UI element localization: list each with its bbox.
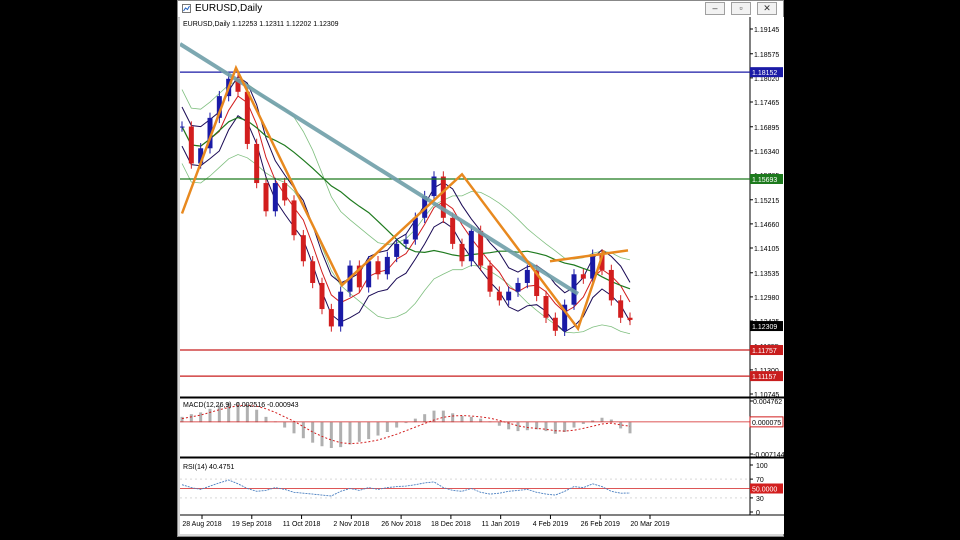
candle-body xyxy=(552,317,558,331)
minimize-button[interactable]: – xyxy=(705,2,725,15)
candle-body xyxy=(328,309,334,327)
candle-body xyxy=(394,243,400,257)
candle-body xyxy=(272,183,278,212)
rsi-tick-label: 0 xyxy=(756,510,760,517)
rsi-level-label: 50.0000 xyxy=(752,487,777,494)
candle-body xyxy=(403,239,409,244)
macd-label: MACD(12,26,9) -0.002516 -0.000943 xyxy=(183,402,299,409)
time-tick-label: 26 Nov 2018 xyxy=(381,521,421,528)
candle-body xyxy=(506,291,512,301)
time-tick-label: 11 Jan 2019 xyxy=(482,521,520,528)
level-price-label: 1.15693 xyxy=(752,177,777,184)
macd-tick-label: 0.004762 xyxy=(753,399,782,406)
candle-body xyxy=(496,291,502,301)
candle-body xyxy=(291,200,297,236)
macd-level-label: 0.000075 xyxy=(752,420,781,427)
macd-tick-label: -0.007144 xyxy=(753,452,784,459)
price-tick-label: 1.14105 xyxy=(754,246,779,253)
price-tick-label: 1.13535 xyxy=(754,271,779,278)
candle-body xyxy=(282,183,288,201)
time-tick-label: 26 Feb 2019 xyxy=(581,521,620,528)
candle-body xyxy=(254,143,260,184)
candle-body xyxy=(468,230,474,262)
time-tick-label: 2 Nov 2018 xyxy=(333,521,369,528)
candle-body xyxy=(524,269,530,283)
level-price-label: 1.18152 xyxy=(752,70,777,77)
candle-body xyxy=(515,282,521,292)
price-tick-label: 1.16340 xyxy=(754,149,779,156)
candle-body xyxy=(608,269,614,301)
level-price-label: 1.11157 xyxy=(752,374,776,381)
time-tick-label: 20 Mar 2019 xyxy=(630,521,669,528)
price-tick-label: 1.19145 xyxy=(754,27,779,34)
rsi-tick-label: 30 xyxy=(756,496,764,503)
candle-body xyxy=(590,254,596,279)
price-tick-label: 1.17465 xyxy=(754,100,779,107)
price-tick-label: 1.16895 xyxy=(754,125,779,132)
candle-body xyxy=(450,217,456,244)
chart-icon xyxy=(182,4,191,13)
candle-body xyxy=(366,261,372,288)
time-tick-label: 11 Oct 2018 xyxy=(283,521,321,528)
candle-body xyxy=(384,256,390,275)
window-title: EURUSD,Daily xyxy=(195,3,263,14)
candle-body xyxy=(263,183,269,212)
candle-body xyxy=(459,243,465,262)
candle-body xyxy=(543,296,549,318)
price-tick-label: 1.18575 xyxy=(754,52,779,59)
level-price-label: 1.11757 xyxy=(752,348,777,355)
rsi-label: RSI(14) 40.4751 xyxy=(183,464,234,471)
time-tick-label: 18 Dec 2018 xyxy=(431,521,471,528)
candle-body xyxy=(244,91,250,144)
price-tick-label: 1.12980 xyxy=(754,295,779,302)
time-tick-label: 28 Aug 2018 xyxy=(182,521,221,528)
current-price-label: 1.12309 xyxy=(752,324,777,331)
price-tick-label: 1.10745 xyxy=(754,392,779,399)
candle-body xyxy=(319,282,325,310)
time-tick-label: 19 Sep 2018 xyxy=(232,521,272,528)
rsi-tick-label: 100 xyxy=(756,463,768,470)
title-bar: EURUSD,Daily – ▫ ✕ xyxy=(178,1,783,18)
ohlc-label: EURUSD,Daily 1.12253 1.12311 1.12202 1.1… xyxy=(183,21,339,28)
candle-body xyxy=(375,261,381,275)
candle-body xyxy=(300,235,306,262)
candle-body xyxy=(618,300,624,318)
candle-body xyxy=(180,126,185,128)
candle-body xyxy=(580,274,586,279)
candle-body xyxy=(188,126,194,164)
price-tick-label: 1.15215 xyxy=(754,198,779,205)
candle-body xyxy=(310,261,316,283)
candle-body xyxy=(487,265,493,292)
candle-body xyxy=(412,217,418,240)
price-tick-label: 1.14660 xyxy=(754,222,779,229)
rsi-tick-label: 70 xyxy=(756,477,764,484)
chart-area[interactable]: 1.191451.185751.180201.174651.168951.163… xyxy=(180,17,784,534)
time-tick-label: 4 Feb 2019 xyxy=(533,521,569,528)
candle-body xyxy=(627,317,633,320)
close-button[interactable]: ✕ xyxy=(757,2,777,15)
candle-body xyxy=(338,291,344,327)
restore-button[interactable]: ▫ xyxy=(731,2,751,15)
